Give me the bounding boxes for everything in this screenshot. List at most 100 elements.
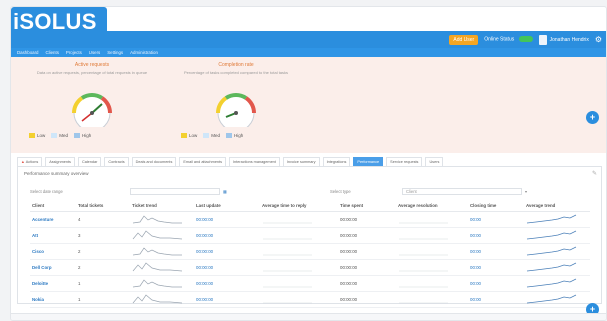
avg-resolution-cell (396, 259, 468, 276)
type-select[interactable] (130, 187, 220, 195)
nav-item-dashboard[interactable]: Dashboard (17, 50, 38, 55)
client-link[interactable]: Accenture (32, 217, 53, 222)
calendar-icon[interactable]: ▦ (223, 189, 227, 194)
user-name: Jonathan Hendrix (549, 36, 589, 43)
tab-service-requests[interactable]: Service requests (386, 157, 423, 166)
footer-bar (11, 313, 606, 320)
client-link[interactable]: Nokia (32, 297, 44, 302)
table-row[interactable]: Nokia 1 00:00:00 00:00:00 00:00 (30, 291, 590, 308)
sparkline (132, 230, 183, 240)
avg-resolution-cell (396, 211, 468, 228)
table-row[interactable]: Dell Corp 2 00:00:00 00:00:00 00:00 (30, 259, 590, 276)
app-window: iSOLUS Add User Online Status Jonathan H… (10, 6, 607, 321)
type-label-group: Select type (330, 187, 351, 195)
ticket-trend-cell (130, 259, 194, 276)
col-closing-time[interactable]: Closing time (468, 200, 524, 212)
tickets-cell: 2 (76, 243, 130, 260)
tab-deals[interactable]: Deals and documents (131, 157, 177, 166)
sparkline (399, 286, 448, 288)
col-avg-trend[interactable]: Average trend (524, 200, 590, 212)
client-name-cell[interactable]: Deloitte (30, 275, 76, 292)
sparkline (263, 254, 312, 256)
nav-item-clients[interactable]: Clients (45, 50, 58, 55)
gauge-subtitle: Data on active requests, percentage of t… (36, 70, 148, 75)
tab-calendar[interactable]: Calendar (77, 157, 102, 166)
sparkline (263, 286, 312, 288)
nav-item-administration[interactable]: Administration (130, 50, 158, 55)
tab-email[interactable]: Email and attachments (179, 157, 226, 166)
nav-item-projects[interactable]: Projects (66, 50, 82, 55)
time-spent-cell: 00:00:00 (338, 275, 396, 292)
client-link[interactable]: Dell Corp (32, 265, 52, 270)
tab-invoice[interactable]: Invoice summary (282, 157, 320, 166)
avg-resolution-cell (396, 227, 468, 244)
tab-performance[interactable]: Performance (353, 157, 384, 166)
type-label: Select type (330, 188, 351, 194)
sparkline (132, 247, 182, 256)
sparkline (399, 270, 448, 272)
client-link[interactable]: Cisco (32, 249, 44, 254)
gauge-title: Completion rate (218, 62, 254, 68)
table-row[interactable]: Att 3 00:00:00 00:00:00 00:00 (30, 227, 590, 244)
col-avg-resolution[interactable]: Average resolution (396, 200, 468, 212)
client-name-cell[interactable]: Cisco (30, 243, 76, 260)
client-link[interactable]: Att (32, 233, 38, 238)
tab-assignments[interactable]: Assignments (45, 157, 75, 166)
date-range-label: Select date range (30, 188, 63, 194)
last-update-cell: 00:00:00 (194, 227, 260, 244)
add-user-button[interactable]: Add User (449, 34, 479, 45)
col-client[interactable]: Client (30, 200, 76, 212)
col-ticket-trend[interactable]: Ticket trend (130, 200, 194, 212)
tab-actions[interactable]: ▲ Actions (17, 157, 43, 166)
time-spent-cell: 00:00:00 (338, 211, 396, 228)
user-menu[interactable]: Jonathan Hendrix (538, 34, 589, 45)
sparkline (526, 230, 577, 240)
tab-integrations[interactable]: Integrations (322, 157, 351, 166)
client-name-cell[interactable]: Att (30, 227, 76, 244)
edit-icon[interactable]: ✎ (592, 170, 597, 177)
main-nav: Dashboard Clients Projects Users Setting… (11, 48, 606, 57)
tab-interactions[interactable]: Interactions management (229, 157, 280, 166)
col-total-tickets[interactable]: Total tickets (76, 200, 130, 212)
gauge-dial (215, 92, 257, 127)
add-widget-button[interactable]: + (586, 111, 599, 124)
table-row[interactable]: Cisco 2 00:00:00 00:00:00 00:00 (30, 243, 590, 260)
col-avg-reply[interactable]: Average time to reply (260, 200, 338, 212)
group-select[interactable]: Client (402, 187, 522, 195)
avg-trend-cell (524, 243, 590, 260)
client-name-cell[interactable]: Dell Corp (30, 259, 76, 276)
ticket-trend-cell (130, 291, 194, 308)
group-filter[interactable]: Client ▾ (402, 187, 527, 195)
avatar (538, 34, 547, 45)
chevron-down-icon[interactable]: ▾ (525, 189, 527, 194)
top-bar: Add User Online Status Jonathan Hendrix … (11, 31, 606, 48)
closing-time-cell: 00:00 (468, 211, 524, 228)
type-filter[interactable]: ▦ (130, 187, 227, 195)
closing-time-cell: 00:00 (468, 227, 524, 244)
tickets-cell: 3 (76, 227, 130, 244)
avg-resolution-cell (396, 291, 468, 308)
performance-panel: Performance summary overview ✎ Select da… (17, 166, 602, 308)
col-time-spent[interactable]: Time spent (338, 200, 396, 212)
nav-item-settings[interactable]: Settings (107, 50, 123, 55)
client-link[interactable]: Deloitte (32, 281, 48, 286)
gauge-legend: Low Med High (29, 133, 91, 138)
avg-reply-cell (260, 275, 338, 292)
gear-icon[interactable]: ⚙ (595, 35, 602, 44)
table-row[interactable]: Deloitte 1 00:00:00 00:00:00 00:00 (30, 275, 590, 292)
col-last-update[interactable]: Last update (194, 200, 260, 212)
sparkline (263, 270, 312, 272)
status-toggle[interactable] (518, 36, 533, 43)
sparkline (263, 222, 312, 224)
client-name-cell[interactable]: Accenture (30, 211, 76, 228)
table-row[interactable]: Accenture 4 00:00:00 00:00:00 00:00 (30, 211, 590, 228)
tab-contracts[interactable]: Contracts (104, 157, 129, 166)
avg-reply-cell (260, 291, 338, 308)
date-range-filter: Select date range (30, 187, 63, 195)
avg-reply-cell (260, 259, 338, 276)
tab-users[interactable]: Users (425, 157, 444, 166)
nav-item-users[interactable]: Users (89, 50, 100, 55)
time-spent-cell: 00:00:00 (338, 291, 396, 308)
client-name-cell[interactable]: Nokia (30, 291, 76, 308)
closing-time-cell: 00:00 (468, 275, 524, 292)
